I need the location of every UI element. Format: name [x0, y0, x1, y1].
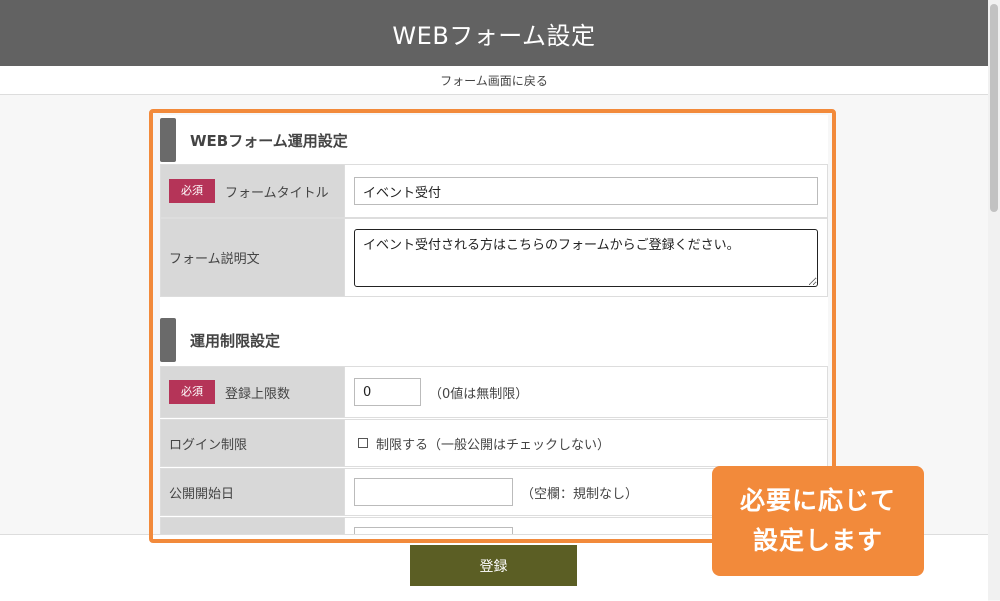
section-heading-limits: 運用制限設定 — [160, 318, 828, 362]
back-to-form-link[interactable]: フォーム画面に戻る — [440, 72, 548, 89]
form-description-value-cell: イベント受付される方はこちらのフォームからご登録ください。 — [345, 219, 827, 296]
section-title: WEBフォーム運用設定 — [190, 131, 348, 150]
section-marker — [160, 318, 176, 362]
form-description-row: フォーム説明文 イベント受付される方はこちらのフォームからご登録ください。 — [160, 218, 828, 297]
max-registrations-value-cell: （0値は無制限） — [345, 367, 827, 417]
form-description-textarea[interactable]: イベント受付される方はこちらのフォームからご登録ください。 — [354, 228, 818, 287]
max-registrations-hint: （0値は無制限） — [429, 386, 529, 402]
form-title-input[interactable] — [354, 177, 818, 205]
max-registrations-row: 必須 登録上限数 （0値は無制限） — [160, 366, 828, 418]
form-title-value-cell — [345, 165, 827, 217]
annotation-callout: 必要に応じて 設定します — [712, 466, 924, 576]
back-nav-bar: フォーム画面に戻る — [0, 66, 988, 95]
publish-start-label: 公開開始日 — [169, 486, 235, 502]
callout-line-1: 必要に応じて — [739, 486, 896, 515]
required-badge: 必須 — [169, 380, 215, 404]
callout-line-2: 設定します — [752, 526, 883, 555]
login-restriction-checkbox[interactable] — [358, 438, 368, 448]
login-restriction-checkbox-label[interactable]: 制限する（一般公開はチェックしない） — [376, 434, 610, 453]
form-title-row: 必須 フォームタイトル — [160, 164, 828, 218]
form-title-label: フォームタイトル — [225, 185, 329, 201]
form-description-label: フォーム説明文 — [169, 252, 260, 267]
login-restriction-label: ログイン制限 — [169, 437, 248, 453]
form-description-label-cell: フォーム説明文 — [161, 219, 345, 296]
submit-button[interactable]: 登録 — [410, 545, 577, 586]
publish-start-hint: （空欄：規制なし） — [521, 486, 639, 502]
max-registrations-label: 登録上限数 — [225, 386, 291, 402]
login-restriction-value-cell: 制限する（一般公開はチェックしない） — [345, 420, 827, 466]
login-restriction-label-cell: ログイン制限 — [161, 420, 345, 466]
scrollbar-thumb[interactable] — [990, 4, 998, 212]
publish-start-label-cell: 公開開始日 — [161, 469, 345, 515]
page-title: WEBフォーム設定 — [392, 21, 596, 50]
max-registrations-input[interactable] — [354, 378, 421, 406]
login-restriction-row: ログイン制限 制限する（一般公開はチェックしない） — [160, 419, 828, 467]
vertical-scrollbar[interactable] — [988, 0, 1000, 600]
max-registrations-label-cell: 必須 登録上限数 — [161, 367, 345, 417]
section-heading-operation: WEBフォーム運用設定 — [160, 118, 828, 162]
section-title: 運用制限設定 — [190, 331, 281, 350]
page-header: WEBフォーム設定 — [0, 0, 988, 66]
publish-start-input[interactable] — [354, 478, 513, 506]
section-marker — [160, 118, 176, 162]
required-badge: 必須 — [169, 179, 215, 203]
form-title-label-cell: 必須 フォームタイトル — [161, 165, 345, 217]
